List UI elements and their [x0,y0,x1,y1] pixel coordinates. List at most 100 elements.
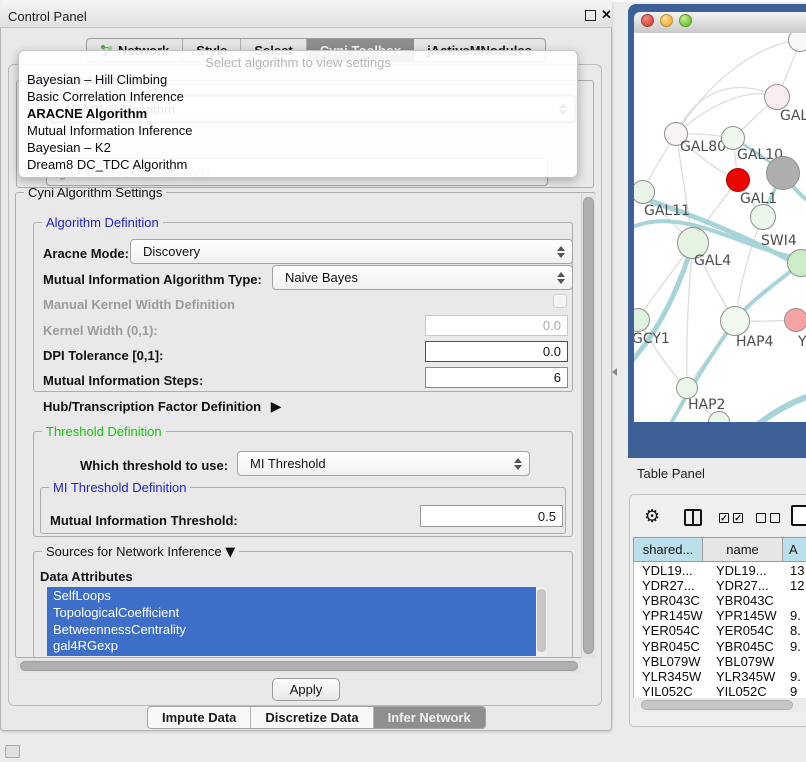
dpi-tolerance-field[interactable] [425,341,568,362]
mi-threshold-field[interactable] [420,505,563,527]
table-cell: 9. [790,639,801,654]
table-cell: 8. [790,623,801,638]
threshold-definition-title: Threshold Definition [42,424,166,439]
table-row[interactable]: YBR043C YBR043C [634,593,806,608]
bottom-tab-infer-network[interactable]: Infer Network [374,707,485,728]
sources-title-text: Sources for Network Inference [46,544,222,559]
network-node-hap4[interactable] [720,306,750,336]
attr-list-scrollbar-thumb[interactable] [537,589,546,652]
sources-group-title: Sources for Network Inference ▼ [42,544,239,560]
algorithm-definition-title: Algorithm Definition [42,215,163,230]
which-threshold-label: Which threshold to use: [80,458,228,473]
table-body: YDL19...YDL19...13YDR27...YDR27...12YBR0… [633,562,806,698]
node-label-gal80: GAL80 [680,139,726,155]
table-row[interactable]: YPR145WYPR145W9. [634,608,806,623]
bottom-tab-discretize-data[interactable]: Discretize Data [251,707,373,728]
combo-spinner-icon [557,272,565,284]
float-window-icon[interactable] [585,10,596,21]
algorithm-option[interactable]: Mutual Information Inference [27,123,192,138]
minimized-panel-icon[interactable] [5,745,20,758]
table-cell: YPR145W [716,608,777,623]
network-node-gal1[interactable] [726,168,750,192]
algorithm-option[interactable]: Basic Correlation Inference [27,89,184,104]
attribute-item[interactable]: SelfLoops [53,588,111,603]
network-node[interactable] [766,156,800,190]
network-node-gal[interactable] [764,84,790,110]
algorithm-option[interactable]: Bayesian – K2 [27,140,111,155]
data-attributes-list[interactable]: SelfLoops TopologicalCoefficient Betweenne… [47,587,547,656]
deselect-all-box-icon[interactable] [756,513,766,523]
network-node-y[interactable] [784,308,806,332]
table-cell: 9. [790,608,801,623]
deselect-all-box-icon[interactable] [770,513,780,523]
minimize-traffic-light-icon[interactable] [660,14,673,27]
which-threshold-combo[interactable]: MI Threshold [237,451,530,476]
table-row[interactable]: YLR345WYLR345W9. [634,669,806,684]
column-header-name[interactable]: name [703,537,783,562]
aracne-mode-combo[interactable]: Discovery [130,239,573,264]
which-threshold-value: MI Threshold [250,456,326,471]
table-row[interactable]: YIL052CYIL052C9 [634,684,806,698]
algorithm-option[interactable]: Dream8 DC_TDC Algorithm [27,157,187,172]
column-header-shared[interactable]: shared... [633,537,703,562]
table-row[interactable]: YER054CYER054C8. [634,623,806,638]
network-node-hap2[interactable] [676,377,698,399]
close-icon[interactable]: ✕ [601,7,612,23]
algorithm-option[interactable]: Bayesian – Hill Climbing [27,72,167,87]
hub-definition-label: Hub/Transcription Factor Definition [43,399,261,414]
manual-kernel-checkbox[interactable] [553,294,567,308]
algorithm-placeholder: Select algorithm to view settings [19,55,577,70]
network-canvas[interactable]: GALGAL80GAL10GAL1GAL11GAL4SWI4GCY1HAP4YH… [634,33,806,422]
combo-spinner-icon [514,458,522,470]
table-row[interactable]: YDR27... YDR27... 12 [634,578,806,593]
split-divider-arrow[interactable] [612,368,617,376]
apply-button[interactable]: Apply [272,678,340,701]
settings-vscrollbar-thumb[interactable] [583,197,594,654]
attribute-item[interactable]: BetweennessCentrality [53,622,186,637]
kernel-width-field[interactable] [425,315,568,336]
mi-type-combo[interactable]: Naive Bayes [272,265,573,290]
attribute-item[interactable]: TopologicalCoefficient [53,605,179,620]
settings-hscrollbar-thumb[interactable] [20,661,578,671]
table-panel-title: Table Panel [637,466,705,481]
table-cell: YBR043C [716,593,774,608]
node-label-hap4: HAP4 [736,334,773,350]
zoom-traffic-light-icon[interactable] [679,14,692,27]
table-row[interactable]: YDL19...YDL19...13 [634,563,806,578]
control-panel-title: Control Panel [8,9,87,24]
table-cell: YDL19... [642,563,693,578]
table-settings-gear-icon[interactable]: ⚙ [644,506,660,527]
mi-steps-field[interactable] [425,367,568,388]
node-label-y: Y [798,334,806,350]
table-cell: YLR345W [716,669,775,684]
table-cell: 12 [790,578,804,593]
table-cell: YDR27... [716,578,769,593]
table-cell: YBL079W [716,654,775,669]
desktop: Control Panel ✕ NetworkStyleSelectCyni T… [0,0,806,762]
table-hscrollbar-thumb[interactable] [641,700,793,710]
table-cell: YIL052C [642,684,693,698]
table-cell: 13 [790,563,804,578]
table-row[interactable]: YBR045CYBR045C9. [634,639,806,654]
table-row[interactable]: YBL079WYBL079W [634,654,806,669]
table-cell: YDR27... [642,578,695,593]
node-label-gal4: GAL4 [694,253,731,269]
manual-kernel-label: Manual Kernel Width Definition [43,297,235,312]
mi-threshold-group-title: MI Threshold Definition [49,480,190,495]
select-all-check-icon[interactable]: ✓ [719,513,729,523]
aracne-mode-value: Discovery [143,244,200,259]
export-table-icon[interactable] [791,505,806,526]
bottom-tab-impute-data[interactable]: Impute Data [148,707,251,728]
collapse-arrow-icon[interactable]: ▼ [225,545,235,560]
network-node[interactable] [750,204,776,230]
split-columns-icon[interactable] [684,509,702,526]
column-header-partial[interactable]: A [783,537,806,562]
select-all-check-icon[interactable]: ✓ [733,513,743,523]
table-cell: YBR043C [642,593,700,608]
node-label-swi4: SWI4 [761,233,797,249]
hub-definition-expander[interactable]: Hub/Transcription Factor Definition ▶ [43,399,282,415]
close-traffic-light-icon[interactable] [641,14,654,27]
attribute-item[interactable]: gal4RGexp [53,638,118,653]
algorithm-popup: Select algorithm to view settings Bayesi… [18,50,578,178]
algorithm-option[interactable]: ARACNE Algorithm [27,106,147,121]
